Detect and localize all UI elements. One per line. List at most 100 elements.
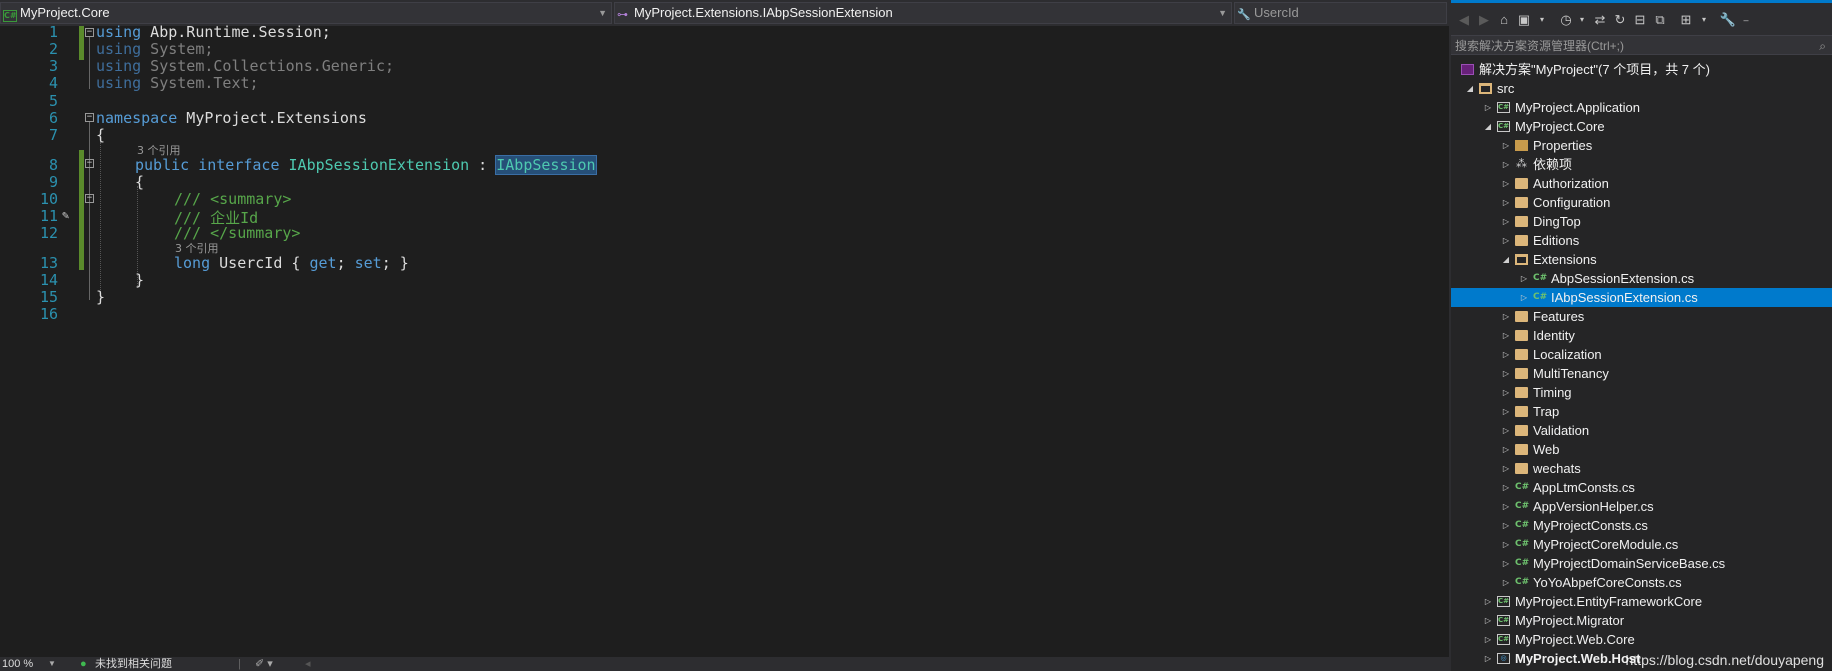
expand-arrow-icon[interactable]: ▷ [1483,98,1493,117]
tree-item[interactable]: 解决方案"MyProject"(7 个项目，共 7 个) [1451,60,1832,79]
solution-explorer-search-input[interactable]: 搜索解决方案资源管理器(Ctrl+;) ⌕ [1451,35,1832,55]
tree-item[interactable]: ◢ src [1451,79,1832,98]
line-number: 2 [48,40,58,58]
chevron-down-icon[interactable]: ▾ [1695,11,1713,29]
expand-arrow-icon[interactable]: ▷ [1483,630,1493,649]
sync-active-document-icon[interactable]: ⇄ [1591,11,1609,29]
tree-item[interactable]: ▷ Identity [1451,326,1832,345]
refresh-icon[interactable]: ↻ [1611,11,1629,29]
collapse-all-icon[interactable]: ⊟ [1631,11,1649,29]
expand-arrow-icon[interactable]: ▷ [1519,269,1529,288]
tree-item[interactable]: ▷ C# YoYoAbpefCoreConsts.cs [1451,573,1832,592]
expand-arrow-icon[interactable]: ▷ [1501,136,1511,155]
expand-arrow-icon[interactable]: ▷ [1501,307,1511,326]
expand-arrow-icon[interactable]: ▷ [1501,364,1511,383]
fold-toggle[interactable]: − [85,113,94,122]
switch-views-icon[interactable]: ▣ [1515,11,1533,29]
project-dropdown[interactable]: C# MyProject.Core ▼ [0,2,612,24]
expand-arrow-icon[interactable]: ▷ [1483,592,1493,611]
expand-arrow-icon[interactable]: ▷ [1501,155,1511,174]
code-editor-pane[interactable]: C# MyProject.Core ▼ ⊶ MyProject.Extensions… [0,0,1449,671]
expand-arrow-icon[interactable]: ▷ [1501,345,1511,364]
tree-item[interactable]: ▷ Localization [1451,345,1832,364]
expand-arrow-icon[interactable]: ▷ [1501,573,1511,592]
expand-arrow-icon[interactable]: ▷ [1483,649,1493,668]
expand-arrow-icon[interactable]: ▷ [1501,497,1511,516]
scroll-left-icon[interactable]: ◂ [305,657,311,671]
tree-item[interactable]: ▷ C# AppLtmConsts.cs [1451,478,1832,497]
expand-arrow-icon[interactable]: ▷ [1501,535,1511,554]
chevron-down-icon[interactable]: ▼ [1218,3,1227,23]
tree-item[interactable]: ▷ C# MyProject.Application [1451,98,1832,117]
tree-item[interactable]: ▷ Trap [1451,402,1832,421]
chevron-down-icon[interactable]: ▾ [1573,11,1591,29]
expand-arrow-icon[interactable]: ▷ [1483,611,1493,630]
expand-arrow-icon[interactable]: ▷ [1501,459,1511,478]
expand-arrow-icon[interactable]: ▷ [1501,402,1511,421]
quick-action-icon[interactable]: ✎ [62,208,76,222]
fold-toggle[interactable]: − [85,28,94,37]
view-class-diagram-icon[interactable]: ⊞ [1677,11,1695,29]
issues-status[interactable]: 未找到相关问题 [95,657,172,671]
fold-toggle[interactable]: − [85,194,94,203]
tree-item[interactable]: ▷ Editions [1451,231,1832,250]
show-all-files-icon[interactable]: ⧉ [1651,11,1669,29]
tree-item[interactable]: ▷ Configuration [1451,193,1832,212]
fold-toggle[interactable]: − [85,159,94,168]
expand-arrow-icon[interactable]: ▷ [1501,478,1511,497]
expand-arrow-icon[interactable]: ▷ [1501,440,1511,459]
tree-item[interactable]: ▷ C# MyProject.Web.Core [1451,630,1832,649]
tree-item[interactable]: ▷ C# MyProjectDomainServiceBase.cs [1451,554,1832,573]
expand-arrow-icon[interactable]: ▷ [1501,174,1511,193]
expand-arrow-icon[interactable]: ▷ [1501,231,1511,250]
tree-item[interactable]: ▷ ⁂ 依赖项 [1451,155,1832,174]
highlighted-type-name[interactable]: IAbpSession [495,155,597,175]
tree-item[interactable]: ▷ C# MyProjectConsts.cs [1451,516,1832,535]
tree-item[interactable]: ▷ C# MyProject.EntityFrameworkCore [1451,592,1832,611]
expand-arrow-icon[interactable]: ▷ [1501,212,1511,231]
chevron-down-icon[interactable]: ▼ [48,657,56,671]
tree-item[interactable]: ▷ C# IAbpSessionExtension.cs [1451,288,1832,307]
expand-arrow-icon[interactable]: ▷ [1501,421,1511,440]
tree-item[interactable]: ▷ Authorization [1451,174,1832,193]
zoom-level[interactable]: 100 % [2,657,33,671]
tree-item[interactable]: ▷ C# MyProject.Migrator [1451,611,1832,630]
expand-arrow-icon[interactable]: ▷ [1501,383,1511,402]
tree-item[interactable]: ▷ C# AbpSessionExtension.cs [1451,269,1832,288]
back-icon[interactable]: ◀ [1455,11,1473,29]
expand-arrow-icon[interactable]: ▷ [1501,326,1511,345]
brush-icon[interactable]: ✐ ▾ [255,657,273,671]
code-area[interactable]: − − − − ✎ 1 2 3 4 5 6 7 8 9 10 11 12 13 … [0,23,1449,657]
tree-item[interactable]: ▷ Web [1451,440,1832,459]
tree-item[interactable]: ◢ Extensions [1451,250,1832,269]
expand-arrow-icon[interactable]: ▷ [1501,554,1511,573]
collapse-arrow-icon[interactable]: ◢ [1465,79,1475,98]
type-dropdown[interactable]: ⊶ MyProject.Extensions.IAbpSessionExtensi… [614,2,1232,24]
tree-item[interactable]: ▷ MultiTenancy [1451,364,1832,383]
expand-arrow-icon[interactable]: ▷ [1501,193,1511,212]
member-dropdown[interactable]: 🔧 UsercId [1234,2,1447,24]
search-icon[interactable]: ⌕ [1819,36,1826,56]
chevron-down-icon[interactable]: ▾ [1533,11,1551,29]
collapse-arrow-icon[interactable]: ◢ [1501,250,1511,269]
tree-item[interactable]: ▷ Validation [1451,421,1832,440]
tree-item[interactable]: ▷ C# AppVersionHelper.cs [1451,497,1832,516]
tree-item[interactable]: ▷ Properties [1451,136,1832,155]
tree-item[interactable]: ▷ C# MyProjectCoreModule.cs [1451,535,1832,554]
collapse-arrow-icon[interactable]: ◢ [1483,117,1493,136]
tree-item-label: MyProject.Migrator [1515,613,1625,628]
properties-wrench-icon[interactable]: 🔧 [1719,11,1737,29]
tree-item[interactable]: ▷ DingTop [1451,212,1832,231]
code-line: public interface IAbpSessionExtension : … [135,155,597,175]
home-icon[interactable]: ⌂ [1495,11,1513,29]
tree-item[interactable]: ◢ C# MyProject.Core [1451,117,1832,136]
tree-item[interactable]: ▷ Timing [1451,383,1832,402]
tree-item[interactable]: ▷ Features [1451,307,1832,326]
line-number: 4 [48,74,58,92]
expand-arrow-icon[interactable]: ▷ [1501,516,1511,535]
expand-arrow-icon[interactable]: ▷ [1519,288,1529,307]
chevron-down-icon[interactable]: ▼ [598,3,607,23]
preview-selected-items-icon[interactable]: ‒ [1737,11,1755,29]
tree-item[interactable]: ▷ wechats [1451,459,1832,478]
forward-icon[interactable]: ▶ [1475,11,1493,29]
